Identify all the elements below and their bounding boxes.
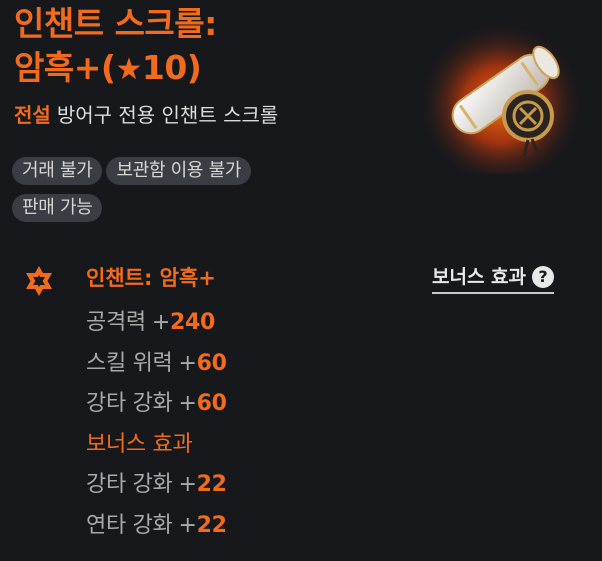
item-description: 방어구 전용 인챈트 스크롤 [56, 103, 279, 127]
item-title-line2: 암흑+(★10) [14, 46, 374, 92]
stat-list: 공격력 +240 스킬 위력 +60 강타 강화 +60 보너스 효과 강타 강화 +2… [86, 303, 227, 546]
tag-trade: 거래 불가 [12, 157, 103, 185]
bonus-effect-title: 보너스 효과 [86, 431, 193, 457]
stat-label: 강타 강화 [86, 391, 173, 416]
bonus-effect-link[interactable]: 보너스 효과 ? [432, 262, 555, 294]
bonus-stat-row: 연타 강화 +22 [86, 506, 227, 547]
stat-row: 스킬 위력 +60 [86, 344, 227, 385]
stat-sign: + [178, 350, 197, 376]
stat-label: 강타 강화 [86, 472, 173, 497]
stat-value: 60 [196, 350, 227, 376]
help-icon[interactable]: ? [532, 266, 555, 288]
tag-storage: 보관함 이용 불가 [106, 157, 252, 185]
stat-value: 22 [196, 512, 227, 538]
stat-label: 공격력 [86, 310, 146, 335]
stat-row: 강타 강화 +60 [86, 384, 227, 425]
tag-sell: 판매 가능 [12, 194, 103, 222]
item-subtitle: 전설 방어구 전용 인챈트 스크롤 [14, 100, 278, 130]
stat-label: 스킬 위력 [86, 350, 173, 376]
stat-sign: + [151, 310, 170, 335]
enchant-name: 인챈트: 암흑+ [86, 266, 216, 290]
stat-label: 연타 강화 [86, 512, 173, 538]
bonus-stat-row: 강타 강화 +22 [86, 465, 227, 506]
stat-value: 60 [196, 391, 227, 416]
star-icon: ★ [115, 52, 142, 87]
stat-sign: + [178, 472, 197, 497]
item-title-line1: 인챈트 스크롤: [14, 4, 217, 43]
item-title: 인챈트 스크롤: 암흑+(★10) [14, 2, 374, 92]
item-tags: 거래 불가 보관함 이용 불가 판매 가능 [12, 157, 342, 231]
stat-row: 공격력 +240 [86, 303, 227, 344]
item-title-suffix: ) [186, 48, 202, 87]
item-enchant-level: 10 [141, 48, 187, 87]
bonus-effect-label: 보너스 효과 [432, 266, 527, 288]
stat-value: 240 [169, 310, 215, 335]
stat-sign: + [178, 512, 197, 538]
scroll-icon [417, 12, 585, 174]
stat-value: 22 [196, 472, 227, 497]
stat-sign: + [178, 391, 197, 416]
item-title-prefix: 암흑+( [14, 48, 116, 87]
item-grade: 전설 [14, 103, 51, 127]
hexagram-icon [26, 266, 52, 296]
